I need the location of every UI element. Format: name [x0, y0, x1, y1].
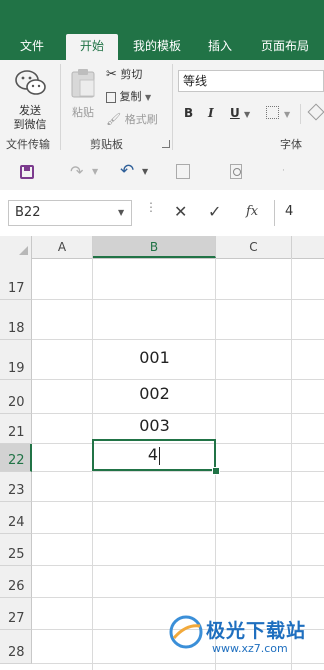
format-painter-button[interactable]: 🖌 格式刷	[106, 110, 158, 128]
send-wechat-label-2: 到微信	[13, 118, 47, 131]
row-header-17[interactable]: 17	[0, 258, 32, 300]
gridline	[32, 597, 324, 598]
watermark-logo-icon	[169, 615, 203, 649]
formula-bar-grip-icon[interactable]: ⋮	[145, 201, 157, 213]
border-dropdown-icon[interactable]: ▼	[284, 110, 290, 119]
column-header-bar: A B C	[0, 236, 324, 259]
fill-handle[interactable]	[212, 467, 220, 475]
gridline	[32, 413, 324, 414]
ribbon-divider	[300, 104, 301, 124]
copy-dropdown-icon[interactable]: ▼	[145, 93, 151, 102]
row-header-20[interactable]: 20	[0, 380, 32, 414]
qat-more-icon[interactable]: ·	[282, 166, 285, 176]
copy-label: 复制	[119, 90, 142, 103]
copy-icon	[106, 91, 116, 103]
cell-b19[interactable]: 001	[93, 348, 216, 367]
tab-insert[interactable]: 插入	[198, 34, 242, 60]
watermark-title: 极光下载站	[206, 620, 307, 642]
gridline	[32, 501, 324, 502]
send-wechat-label-1: 发送	[19, 104, 41, 117]
clipboard-icon	[71, 69, 95, 98]
spreadsheet-grid[interactable]: 17 18 19 20 21 22 23 24 25 26 27 28 001 …	[0, 258, 324, 670]
formula-input[interactable]: 4	[274, 200, 324, 226]
bold-button[interactable]: B	[184, 106, 193, 120]
undo-dropdown-icon[interactable]: ▼	[142, 167, 148, 176]
gridline	[32, 565, 324, 566]
underline-button[interactable]: U	[230, 106, 240, 120]
tab-page-layout[interactable]: 页面布局	[252, 34, 318, 60]
cell-b21[interactable]: 003	[93, 416, 216, 435]
redo-dropdown-icon[interactable]: ▼	[92, 167, 98, 176]
gridline	[291, 258, 292, 670]
scissors-icon: ✂	[106, 67, 117, 82]
gridline	[32, 379, 324, 380]
row-header-22[interactable]: 22	[0, 444, 32, 472]
row-header-24[interactable]: 24	[0, 502, 32, 534]
select-all-corner[interactable]	[0, 236, 32, 258]
name-box[interactable]: B22	[8, 200, 132, 226]
copy-button[interactable]: 复制 ▼	[106, 88, 151, 106]
active-cell-b22[interactable]: 4	[92, 439, 216, 471]
brush-icon: 🖌	[106, 112, 122, 126]
ribbon-tab-bar: 文件 开始 我的模板 插入 页面布局	[0, 0, 324, 60]
row-header-19[interactable]: 19	[0, 340, 32, 380]
font-name-dropdown[interactable]: 等线	[178, 70, 324, 92]
cut-button[interactable]: ✂ 剪切	[106, 66, 142, 84]
name-box-dropdown-icon[interactable]: ▼	[118, 208, 124, 217]
wechat-icon	[15, 70, 46, 95]
clipboard-dialog-launcher-icon[interactable]	[162, 140, 170, 148]
tab-file[interactable]: 文件	[8, 34, 56, 60]
row-header-25[interactable]: 25	[0, 534, 32, 566]
watermark-url: www.xz7.com	[212, 642, 288, 655]
insert-function-icon[interactable]: fx	[246, 204, 258, 219]
row-header-21[interactable]: 21	[0, 414, 32, 444]
formula-bar: B22 ▼ ⋮ ✕ ✓ fx 4	[0, 190, 324, 237]
cell-b22-value: 4	[147, 445, 159, 464]
column-header-c[interactable]: C	[216, 236, 292, 258]
send-to-wechat-button[interactable]: 发送 到微信	[4, 66, 56, 132]
tab-home[interactable]: 开始	[66, 34, 118, 60]
print-preview-icon[interactable]	[176, 164, 190, 179]
undo-icon[interactable]: ↶	[120, 161, 134, 181]
row-header-23[interactable]: 23	[0, 472, 32, 502]
tab-my-templates[interactable]: 我的模板	[124, 34, 190, 60]
group-label-clipboard: 剪贴板	[90, 138, 123, 151]
gridline	[32, 533, 324, 534]
gridline	[32, 299, 324, 300]
gridline	[32, 471, 324, 472]
confirm-entry-icon[interactable]: ✓	[208, 202, 221, 221]
quick-access-toolbar: ↷ ▼ ↶ ▼ ·	[0, 154, 324, 191]
underline-dropdown-icon[interactable]: ▼	[244, 110, 250, 119]
column-header-b[interactable]: B	[93, 236, 216, 258]
save-icon[interactable]	[20, 165, 34, 179]
fill-color-icon[interactable]	[307, 103, 324, 121]
ribbon-divider	[172, 64, 173, 150]
cancel-entry-icon[interactable]: ✕	[174, 202, 187, 221]
ribbon-divider	[60, 64, 61, 150]
gridline	[32, 663, 324, 664]
row-header-18[interactable]: 18	[0, 300, 32, 340]
italic-button[interactable]: I	[208, 106, 214, 120]
text-cursor	[159, 446, 161, 465]
group-label-font: 字体	[280, 138, 302, 151]
cut-label: 剪切	[120, 68, 143, 81]
ribbon-home: 发送 到微信 文件传输 粘贴 ✂ 剪切 复制 ▼ 🖌 格式刷 剪贴板 等线 B …	[0, 60, 324, 155]
redo-icon[interactable]: ↷	[70, 162, 83, 181]
row-header-27[interactable]: 27	[0, 598, 32, 630]
paste-label: 粘贴	[72, 106, 94, 119]
gridline	[32, 339, 324, 340]
paste-button[interactable]: 粘贴	[64, 66, 102, 130]
row-header-26[interactable]: 26	[0, 566, 32, 598]
border-icon[interactable]	[266, 106, 279, 119]
group-label-file-transfer: 文件传输	[6, 138, 50, 151]
row-header-28[interactable]: 28	[0, 630, 32, 664]
column-header-a[interactable]: A	[32, 236, 93, 258]
format-painter-label: 格式刷	[124, 113, 158, 126]
zoom-preview-icon[interactable]	[230, 164, 242, 179]
cell-b20[interactable]: 002	[93, 384, 216, 403]
